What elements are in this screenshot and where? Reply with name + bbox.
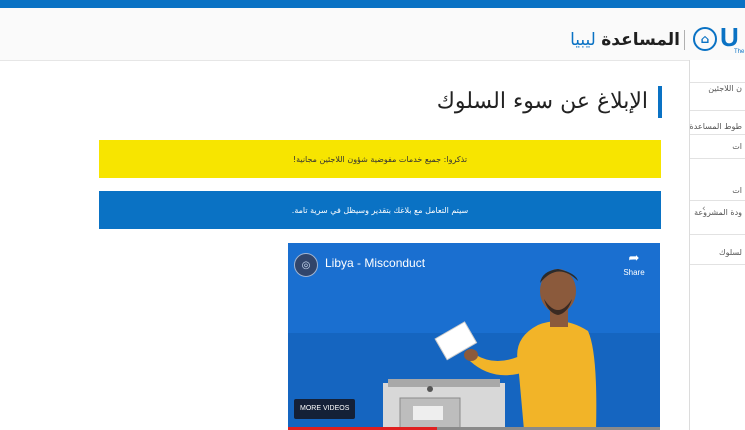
header-title: المساعدة ليبيا [568, 28, 680, 52]
video-title[interactable]: Libya - Misconduct [325, 255, 425, 271]
channel-avatar[interactable]: ◎ [294, 253, 318, 277]
more-videos-button[interactable]: MORE VIDEOS [294, 399, 356, 419]
sidebar-item-legitimate[interactable]: ودة المشروعة [690, 208, 745, 217]
header-divider [684, 30, 685, 50]
top-accent-bar [0, 0, 745, 8]
sidebar-divider [690, 110, 745, 111]
free-services-banner: تذكروا: جميع خدمات مفوضية شؤون اللاجئين … [99, 140, 661, 178]
sidebar-navigation: ن اللاجئين طوط المساعدة ات ‹ ات ودة المش… [689, 60, 745, 430]
sidebar-divider [690, 234, 745, 235]
unhcr-logo-icon[interactable]: ⌂ [693, 27, 717, 51]
confidentiality-banner: سيتم التعامل مع بلاغك بتقدير وسيظل في سر… [99, 191, 661, 229]
brand-tagline: The [734, 49, 745, 55]
sidebar-divider [690, 134, 745, 135]
sidebar-item-refugees[interactable]: ن اللاجئين [690, 84, 745, 93]
page-title: الإبلاغ عن سوء السلوك [436, 89, 648, 114]
sidebar-item-4[interactable]: ات [690, 186, 745, 195]
sidebar-item-misconduct[interactable]: لسلوك [690, 248, 745, 257]
share-arrow-icon: ➦ [628, 251, 640, 266]
sidebar-divider [690, 158, 745, 159]
share-button[interactable]: ➦ Share [618, 251, 650, 283]
confidentiality-text: سيتم التعامل مع بلاغك بتقدير وسيظل في سر… [291, 205, 469, 215]
sidebar-divider [690, 264, 745, 265]
title-accent-bar [658, 86, 662, 118]
share-label: Share [623, 268, 645, 277]
page-title-row: الإبلاغ عن سوء السلوك [380, 84, 662, 120]
free-services-text: تذكروا: جميع خدمات مفوضية شؤون اللاجئين … [292, 154, 468, 164]
sidebar-item-3[interactable]: ات [690, 142, 745, 151]
site-header: ⌂ U The المساعدة ليبيا [0, 8, 745, 61]
site-name[interactable]: المساعدة [601, 30, 680, 50]
site-country[interactable]: ليبيا [570, 30, 596, 50]
video-player[interactable]: ◎ Libya - Misconduct ➦ Share MORE VIDEOS [288, 243, 660, 430]
sidebar-item-helplines[interactable]: طوط المساعدة [690, 122, 745, 131]
sidebar-divider [690, 200, 745, 201]
sidebar-divider [690, 82, 745, 83]
